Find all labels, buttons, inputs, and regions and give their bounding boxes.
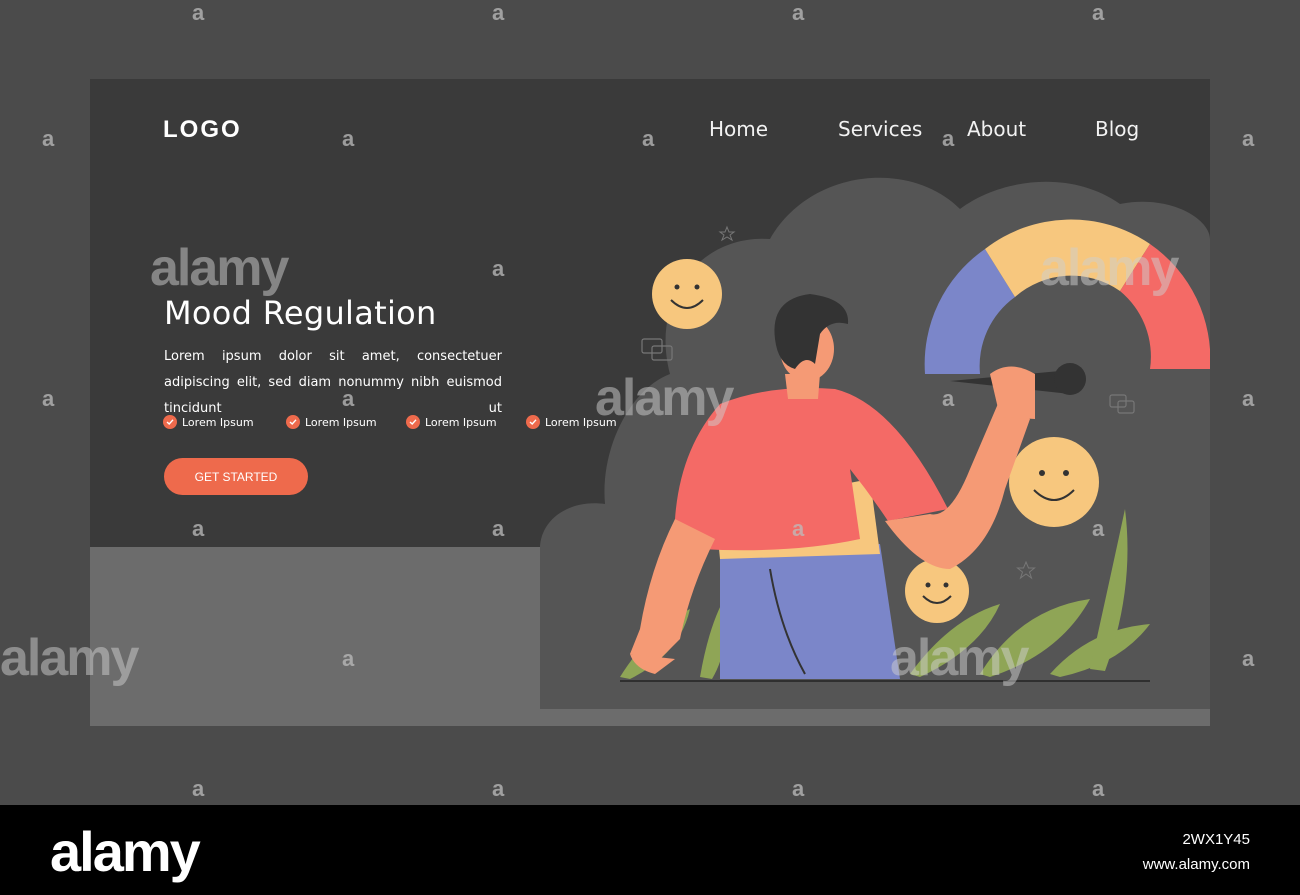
- nav-services[interactable]: Services: [838, 117, 922, 141]
- smiley-icon: [905, 559, 969, 623]
- landing-card: LOGO Home Services About Blog Mood Regul…: [90, 79, 1210, 726]
- feature-label: Lorem Ipsum: [305, 415, 377, 429]
- footer-image-id: 2WX1Y45: [1182, 831, 1250, 848]
- feature-item: Lorem Ipsum: [286, 415, 377, 429]
- star-icon: [718, 225, 736, 242]
- check-icon: [406, 415, 420, 429]
- smiley-icon: [1009, 437, 1099, 527]
- watermark-footer: alamy 2WX1Y45 www.alamy.com: [0, 805, 1300, 895]
- check-icon: [286, 415, 300, 429]
- feature-label: Lorem Ipsum: [182, 415, 254, 429]
- nav-home[interactable]: Home: [709, 117, 768, 141]
- footer-brand: alamy: [50, 820, 201, 883]
- nav-blog[interactable]: Blog: [1095, 117, 1139, 141]
- footer-image-info: 2WX1Y45 www.alamy.com: [1143, 827, 1250, 877]
- mood-illustration: [540, 177, 1210, 709]
- feature-label: Lorem Ipsum: [425, 415, 497, 429]
- person-pants: [720, 544, 900, 679]
- feature-item: Lorem Ipsum: [163, 415, 254, 429]
- get-started-button[interactable]: GET STARTED: [164, 458, 308, 495]
- check-icon: [163, 415, 177, 429]
- nav-about[interactable]: About: [967, 117, 1026, 141]
- main-nav: Home Services About Blog: [90, 117, 1210, 147]
- smiley-icon: [652, 259, 722, 329]
- footer-site: www.alamy.com: [1142, 856, 1250, 873]
- hero-description: Lorem ipsum dolor sit amet, consectetuer…: [164, 349, 502, 416]
- page-title: Mood Regulation: [164, 294, 437, 332]
- feature-item: Lorem Ipsum: [406, 415, 497, 429]
